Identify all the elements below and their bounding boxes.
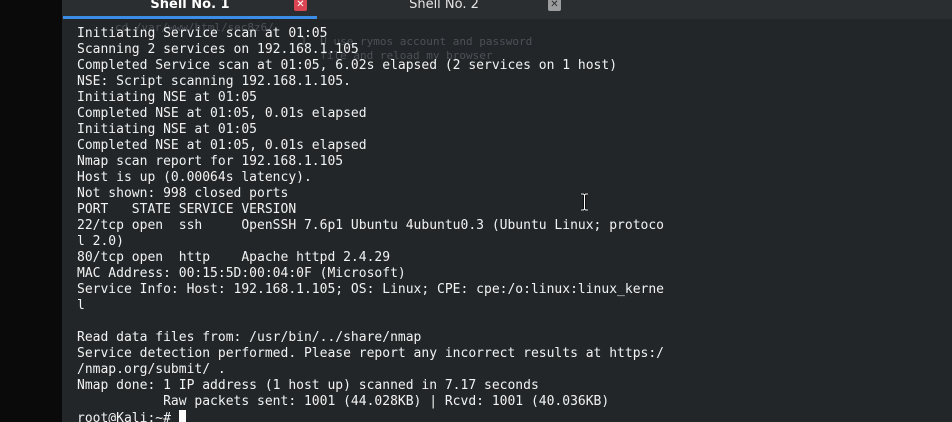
output-line: Initiating Service scan at 01:05 xyxy=(77,26,328,41)
output-line: l 2.0) xyxy=(77,234,124,249)
output-line: Nmap scan report for 192.168.1.105 xyxy=(77,154,344,169)
output-line: Initiating NSE at 01:05 xyxy=(77,90,258,105)
output-line: Service Info: Host: 192.168.1.105; OS: L… xyxy=(77,282,664,297)
output-line: l xyxy=(77,298,85,313)
tab-label: Shell No. 2 xyxy=(409,0,479,12)
shell-prompt-line[interactable]: root@Kali:~# xyxy=(77,410,937,422)
output-line: 80/tcp open http Apache httpd 2.4.29 xyxy=(77,250,391,265)
output-line: NSE: Script scanning 192.168.1.105. xyxy=(77,74,351,89)
output-line: Scanning 2 services on 192.168.1.105 xyxy=(77,42,359,57)
output-line: Not shown: 998 closed ports xyxy=(77,186,289,201)
output-line: PORT STATE SERVICE VERSION xyxy=(77,202,297,217)
output-line: 22/tcp open ssh OpenSSH 7.6p1 Ubuntu 4ub… xyxy=(77,218,664,233)
tab-label: Shell No. 1 xyxy=(150,0,230,12)
tab-shell-1[interactable]: Shell No. 1 ✕ xyxy=(63,0,317,19)
text-cursor xyxy=(178,410,186,422)
output-line: Read data files from: /usr/bin/../share/… xyxy=(77,330,422,345)
terminal-pane[interactable]: 2. I need to access other secure cd /var… xyxy=(62,0,952,422)
tab-shell-2[interactable]: Shell No. 2 ✕ xyxy=(317,0,571,19)
output-line: Nmap done: 1 IP address (1 host up) scan… xyxy=(77,378,539,393)
desktop-left-strip xyxy=(0,0,62,422)
output-line: Host is up (0.00064s latency). xyxy=(77,170,312,185)
output-line: /nmap.org/submit/ . xyxy=(77,362,226,377)
output-line: Completed Service scan at 01:05, 6.02s e… xyxy=(77,58,618,73)
close-icon[interactable]: ✕ xyxy=(294,0,307,11)
output-line: Initiating NSE at 01:05 xyxy=(77,122,258,137)
output-line: Raw packets sent: 1001 (44.028KB) | Rcvd… xyxy=(77,394,610,409)
shell-prompt: root@Kali:~# xyxy=(77,411,179,422)
active-tab-indicator xyxy=(63,16,317,19)
output-line: MAC Address: 00:15:5D:00:04:0F (Microsof… xyxy=(77,266,406,281)
output-line: Completed NSE at 01:05, 0.01s elapsed xyxy=(77,106,367,121)
output-line: Service detection performed. Please repo… xyxy=(77,346,664,361)
close-icon[interactable]: ✕ xyxy=(548,0,561,11)
output-line: Completed NSE at 01:05, 0.01s elapsed xyxy=(77,138,367,153)
tab-bar: Shell No. 1 ✕ Shell No. 2 ✕ xyxy=(62,0,952,19)
terminal-output[interactable]: Initiating Service scan at 01:05 Scannin… xyxy=(77,26,937,422)
ibeam-cursor-icon xyxy=(581,193,588,211)
terminal-window: 2. I need to access other secure cd /var… xyxy=(0,0,952,422)
